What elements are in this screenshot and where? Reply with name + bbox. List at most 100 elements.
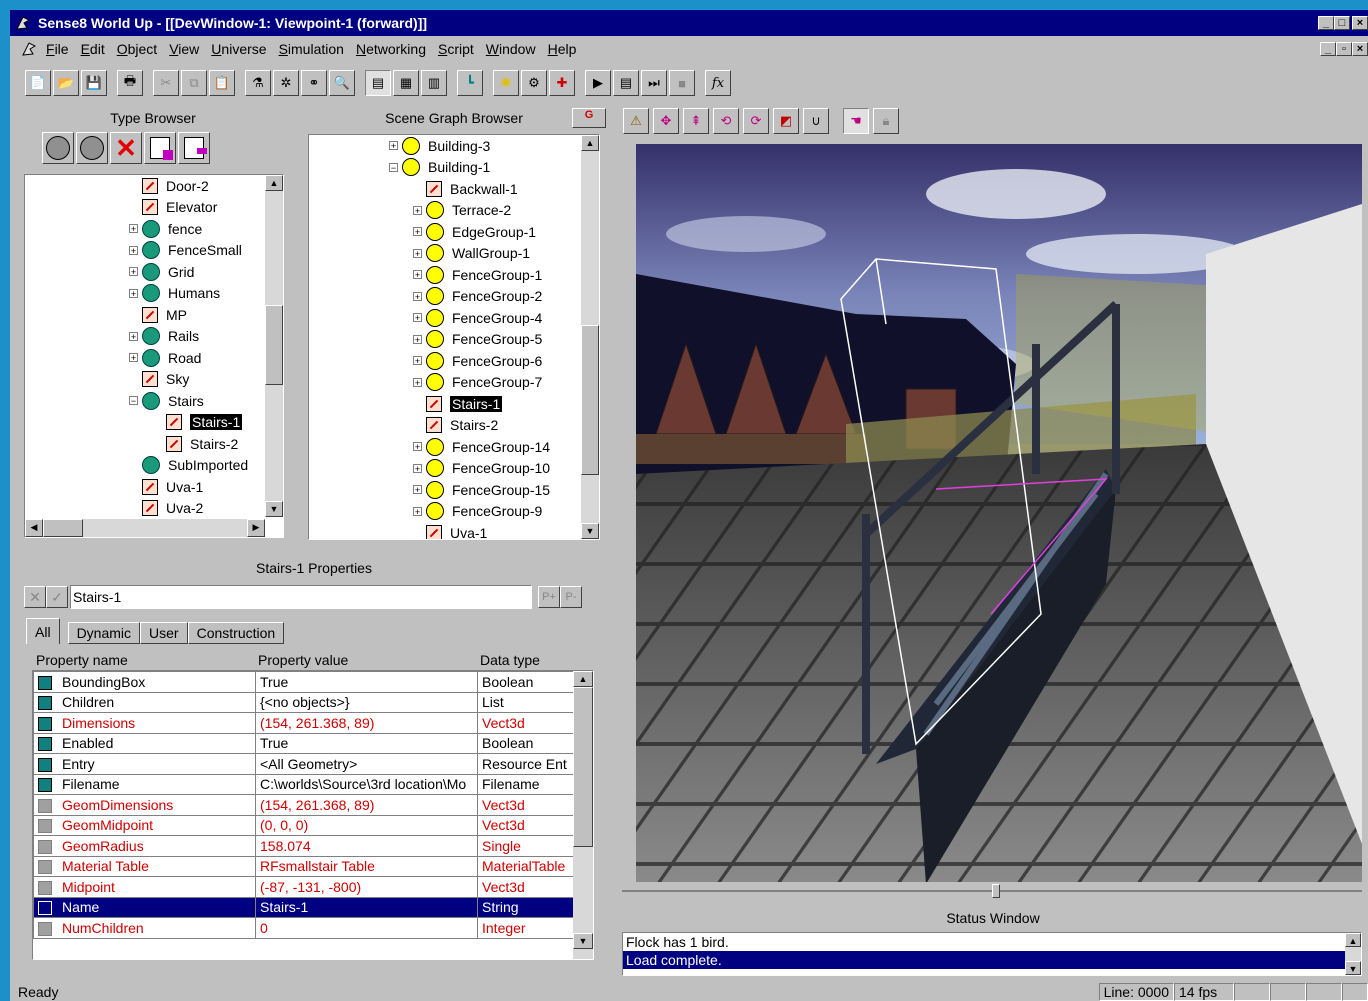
scene-tree-item[interactable]: Stairs-1 <box>309 393 579 415</box>
expand-icon[interactable]: + <box>413 205 422 215</box>
property-row[interactable]: Name Stairs-1 String <box>33 896 574 918</box>
scale-icon[interactable]: ◩ <box>773 108 799 134</box>
light-icon[interactable]: ✺ <box>493 70 519 96</box>
type-tree-hscroll[interactable]: ◀ ▶ <box>25 519 265 537</box>
scene-tree-item[interactable]: + FenceGroup-7 <box>309 372 579 394</box>
property-name-cell[interactable]: Material Table <box>33 855 256 877</box>
type-tree-item[interactable]: + fence <box>25 218 263 240</box>
hierarchy-icon[interactable]: ┗ <box>457 70 483 96</box>
rotate-icon[interactable]: ⟳ <box>743 108 769 134</box>
select-mode-icon[interactable]: ☚ <box>843 108 869 134</box>
objects-icon[interactable]: ⚙ <box>521 70 547 96</box>
move-tool-icon[interactable]: ✥ <box>653 108 679 134</box>
property-name-input[interactable] <box>70 585 532 609</box>
doc-minimize-button[interactable]: _ <box>1320 42 1336 56</box>
property-name-cell[interactable]: NumChildren <box>33 917 256 939</box>
tab-construction[interactable]: Construction <box>187 622 285 644</box>
scene-tree-item[interactable]: + WallGroup-1 <box>309 243 579 265</box>
property-row[interactable]: GeomDimensions (154, 261.368, 89) Vect3d <box>33 794 574 816</box>
scene-tree-item[interactable]: + FenceGroup-5 <box>309 329 579 351</box>
stop-icon[interactable]: ■ <box>669 70 695 96</box>
compass-icon[interactable]: ✲ <box>273 70 299 96</box>
expand-icon[interactable]: + <box>129 267 138 277</box>
scroll-left-icon[interactable]: ◀ <box>25 519 43 537</box>
menu-networking[interactable]: Networking <box>356 41 426 57</box>
type-tree-item[interactable]: − Stairs <box>25 390 263 412</box>
add-subtype-icon[interactable] <box>76 132 108 164</box>
scene-tree-item[interactable]: + EdgeGroup-1 <box>309 221 579 243</box>
rotate-left-icon[interactable]: ⟲ <box>713 108 739 134</box>
accept-edit-icon[interactable]: ✓ <box>46 586 68 608</box>
type-tree-item[interactable]: MP <box>25 304 263 326</box>
type-tree-item[interactable]: SubImported <box>25 455 263 477</box>
scene-tree-item[interactable]: + FenceGroup-15 <box>309 479 579 501</box>
scene-tree-item[interactable]: − Building-1 <box>309 157 579 179</box>
prop-scroll-thumb[interactable] <box>573 687 593 847</box>
property-value[interactable]: C:\worlds\Source\3rd location\Mo <box>255 773 478 795</box>
menu-view[interactable]: View <box>169 41 199 57</box>
inspect-icon[interactable]: 🔍 <box>329 70 355 96</box>
expand-icon[interactable]: + <box>413 506 422 516</box>
expand-icon[interactable]: + <box>129 288 138 298</box>
wizard-icon[interactable]: ⚗ <box>245 70 271 96</box>
collapse-icon[interactable]: − <box>129 396 138 406</box>
remove-property-icon[interactable]: P- <box>560 586 582 608</box>
expand-icon[interactable]: + <box>413 227 422 237</box>
property-checkbox[interactable] <box>38 839 52 854</box>
property-row[interactable]: Material Table RFsmallstair Table Material… <box>33 855 574 877</box>
scene-tree-item[interactable]: + FenceGroup-2 <box>309 286 579 308</box>
expand-icon[interactable]: + <box>413 334 422 344</box>
doc-restore-button[interactable]: ▫ <box>1336 42 1352 56</box>
property-row[interactable]: Enabled True Boolean <box>33 732 574 754</box>
prop-scroll-down-icon[interactable]: ▼ <box>573 933 593 949</box>
property-name-cell[interactable]: Filename <box>33 773 256 795</box>
expand-icon[interactable]: + <box>413 442 422 452</box>
3d-viewport[interactable] <box>636 144 1362 882</box>
property-name-cell[interactable]: Midpoint <box>33 876 256 898</box>
type-tree-item[interactable]: + Humans <box>25 283 263 305</box>
type-browser-toggle-icon[interactable]: ▤ <box>365 70 391 96</box>
paste-icon[interactable]: 📋 <box>209 70 235 96</box>
type-tree-item[interactable]: Uva-1 <box>25 476 263 498</box>
property-row[interactable]: BoundingBox True Boolean <box>33 671 574 693</box>
cut-icon[interactable]: ✂ <box>153 70 179 96</box>
scene-tree-item[interactable]: + FenceGroup-1 <box>309 264 579 286</box>
property-checkbox[interactable] <box>38 778 52 793</box>
cancel-edit-icon[interactable]: ✕ <box>24 586 46 608</box>
list-window-icon[interactable]: ▥ <box>421 70 447 96</box>
viewport-slider[interactable] <box>622 884 1362 898</box>
property-checkbox[interactable] <box>38 798 52 813</box>
status-scroll-up-icon[interactable]: ▲ <box>1345 933 1361 947</box>
type-tree-vscroll[interactable]: ▲ ▼ <box>265 175 283 517</box>
new-file-icon[interactable]: 📄 <box>25 70 51 96</box>
property-checkbox[interactable] <box>38 880 52 895</box>
lock-icon[interactable]: 🔒︎ <box>873 108 899 134</box>
property-value[interactable]: (-87, -131, -800) <box>255 876 478 898</box>
property-value[interactable]: 0 <box>255 917 478 939</box>
close-button[interactable]: × <box>1352 16 1368 30</box>
scene-tree-item[interactable]: + FenceGroup-14 <box>309 436 579 458</box>
property-checkbox[interactable] <box>38 716 52 731</box>
type-tree-item[interactable]: Stairs-1 <box>25 412 263 434</box>
property-name-cell[interactable]: GeomDimensions <box>33 794 256 816</box>
expand-icon[interactable]: + <box>129 353 138 363</box>
warning-tool-icon[interactable]: ⚠ <box>623 108 649 134</box>
property-checkbox[interactable] <box>38 819 52 834</box>
property-name-cell[interactable]: GeomRadius <box>33 835 256 857</box>
scene-tree-item[interactable]: Stairs-2 <box>309 415 579 437</box>
hscroll-thumb[interactable] <box>43 519 83 537</box>
type-tree-item[interactable]: + Grid <box>25 261 263 283</box>
scroll-up-icon[interactable]: ▲ <box>265 175 283 191</box>
type-tree-item[interactable]: Sky <box>25 369 263 391</box>
expand-icon[interactable]: + <box>413 270 422 280</box>
property-row[interactable]: Filename C:\worlds\Source\3rd location\Mo… <box>33 773 574 795</box>
property-checkbox[interactable] <box>38 675 52 690</box>
menu-universe[interactable]: Universe <box>211 41 266 57</box>
viewport-slider-thumb[interactable] <box>992 884 1000 898</box>
expand-icon[interactable]: + <box>413 313 422 323</box>
scroll-thumb[interactable] <box>265 305 283 385</box>
property-row[interactable]: NumChildren 0 Integer <box>33 917 574 939</box>
type-tree-item[interactable]: + FenceSmall <box>25 240 263 262</box>
menu-edit[interactable]: Edit <box>81 41 105 57</box>
type-tree-item[interactable]: + Rails <box>25 326 263 348</box>
